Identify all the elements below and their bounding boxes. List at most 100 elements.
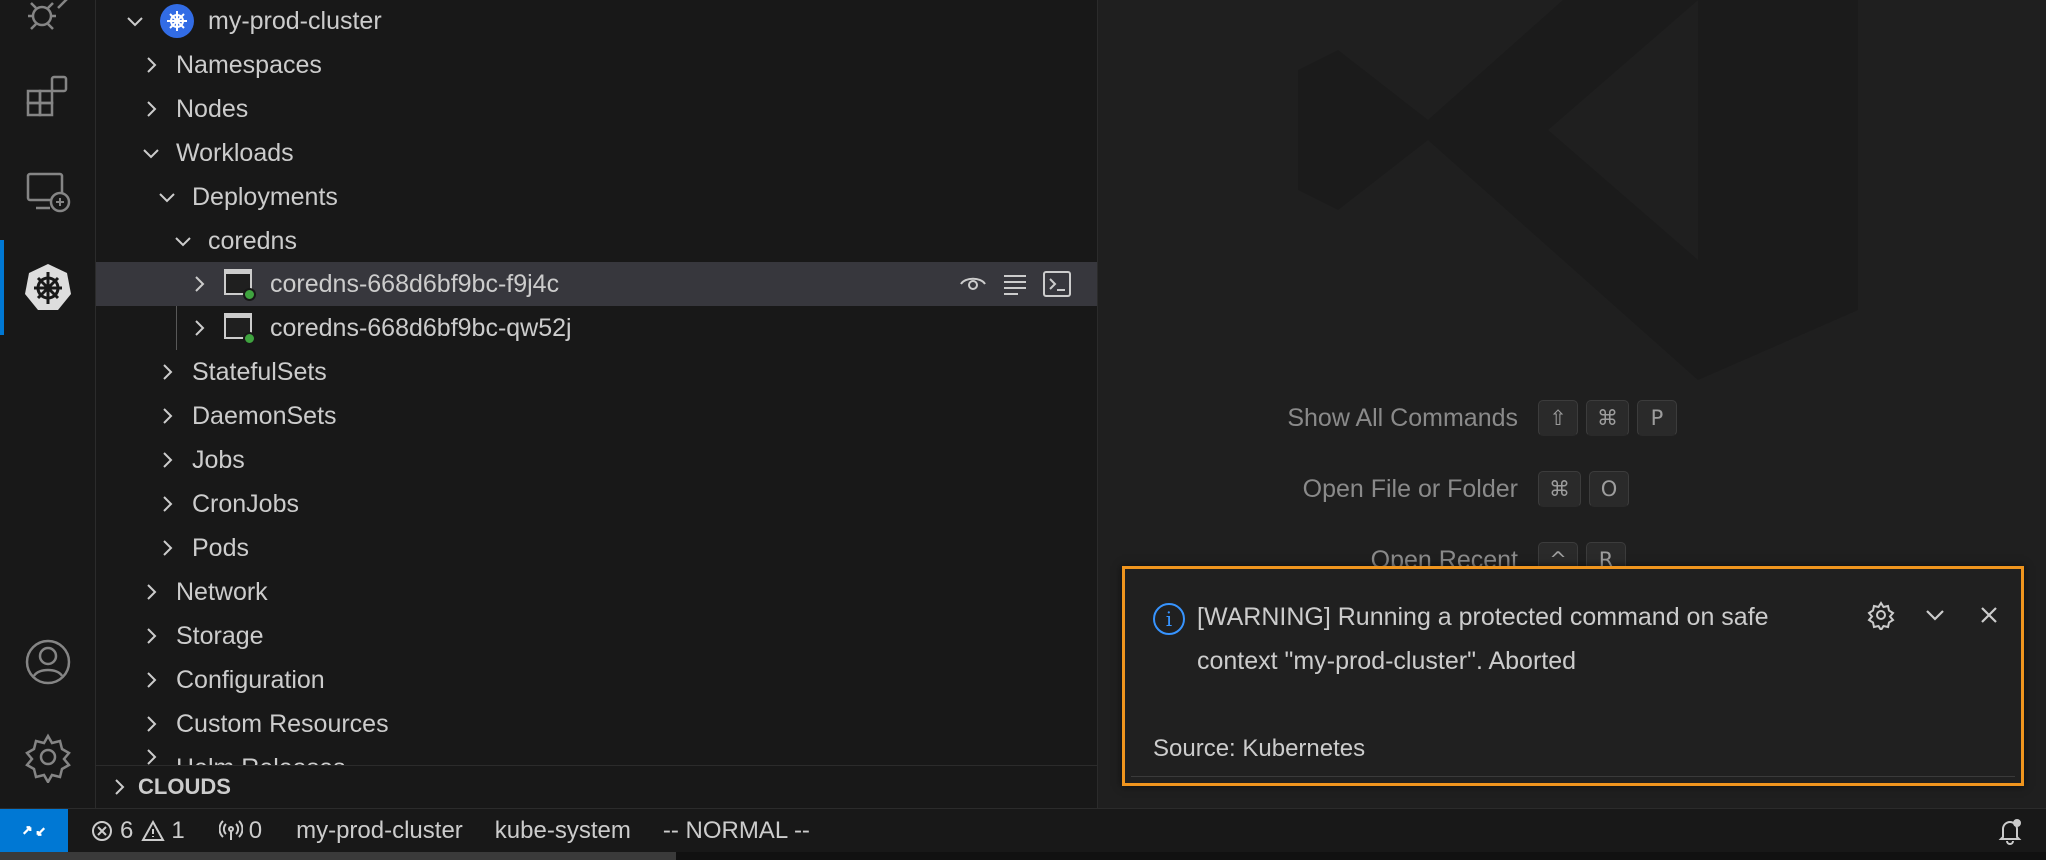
tree-item-label: Storage bbox=[176, 622, 264, 650]
chevron-down-icon[interactable] bbox=[1919, 599, 1951, 631]
gear-icon[interactable] bbox=[1865, 599, 1897, 631]
notification-bell-icon[interactable] bbox=[1996, 817, 2024, 845]
notification-message: [WARNING] Running a protected command on… bbox=[1197, 595, 1817, 683]
ports-indicator[interactable]: 0 bbox=[218, 816, 263, 845]
problems-indicator[interactable]: 6 1 bbox=[90, 817, 185, 845]
close-icon[interactable] bbox=[1973, 599, 2005, 631]
notification-message-line: context "my-prod-cluster". Aborted bbox=[1197, 647, 1577, 675]
notification-toast: i [WARNING] Running a protected command … bbox=[1122, 566, 2024, 786]
tree-item-pods[interactable]: Pods bbox=[96, 526, 1097, 570]
chevron-right-icon bbox=[108, 776, 130, 798]
kubernetes-explorer-sidebar: my-prod-cluster Namespaces Nodes Workloa… bbox=[96, 0, 1098, 808]
tree-item-statefulsets[interactable]: StatefulSets bbox=[96, 350, 1097, 394]
chevron-right-icon bbox=[140, 98, 162, 120]
tree-item-label: coredns bbox=[208, 227, 297, 255]
chevron-down-icon bbox=[156, 186, 178, 208]
eye-icon[interactable] bbox=[958, 269, 988, 299]
tree-item-pod-f9j4c[interactable]: coredns-668d6bf9bc-f9j4c bbox=[96, 262, 1097, 306]
k8s-context-indicator[interactable]: my-prod-cluster bbox=[296, 817, 463, 845]
tree-item-label: Helm Releases bbox=[176, 746, 346, 766]
tree-item-cronjobs[interactable]: CronJobs bbox=[96, 482, 1097, 526]
kubernetes-cluster-icon bbox=[160, 4, 194, 38]
settings-gear-icon[interactable] bbox=[0, 717, 96, 797]
keycap: ⌘ bbox=[1538, 471, 1581, 507]
remote-indicator-button[interactable] bbox=[0, 808, 68, 853]
tree-item-storage[interactable]: Storage bbox=[96, 614, 1097, 658]
tree-item-label: my-prod-cluster bbox=[208, 7, 382, 35]
keycap: O bbox=[1589, 471, 1629, 507]
pod-running-icon bbox=[224, 313, 256, 345]
notification-message-line: [WARNING] Running a protected command on… bbox=[1197, 603, 1769, 631]
debug-icon[interactable] bbox=[0, 0, 96, 52]
chevron-right-icon bbox=[156, 493, 178, 515]
chevron-right-icon bbox=[140, 669, 162, 691]
tree-item-network[interactable]: Network bbox=[96, 570, 1097, 614]
tree-item-cluster[interactable]: my-prod-cluster bbox=[96, 0, 1097, 43]
tree-item-label: DaemonSets bbox=[192, 402, 337, 430]
error-icon bbox=[92, 820, 112, 841]
warning-count: 1 bbox=[171, 816, 185, 844]
remote-explorer-icon[interactable] bbox=[0, 152, 96, 232]
kubernetes-icon[interactable] bbox=[0, 247, 96, 327]
account-icon[interactable] bbox=[0, 622, 96, 702]
activity-bar bbox=[0, 0, 96, 808]
ports-count: 0 bbox=[248, 816, 263, 844]
tree-item-deployments[interactable]: Deployments bbox=[96, 175, 1097, 219]
tree-item-workloads[interactable]: Workloads bbox=[96, 131, 1097, 175]
tree-item-label: StatefulSets bbox=[192, 358, 327, 386]
tree-item-jobs[interactable]: Jobs bbox=[96, 438, 1097, 482]
tree-item-label: coredns-668d6bf9bc-f9j4c bbox=[270, 270, 560, 298]
section-title: CLOUDS bbox=[138, 774, 231, 799]
tree-item-configuration[interactable]: Configuration bbox=[96, 658, 1097, 702]
tree-item-coredns[interactable]: coredns bbox=[96, 219, 1097, 263]
tree-item-custom-resources[interactable]: Custom Resources bbox=[96, 702, 1097, 746]
tree-item-helm-releases[interactable]: Helm Releases bbox=[96, 746, 1097, 766]
logs-icon[interactable] bbox=[1000, 269, 1030, 299]
tree-item-label: Nodes bbox=[176, 95, 249, 123]
error-count: 6 bbox=[120, 816, 134, 844]
chevron-right-icon bbox=[188, 317, 210, 339]
command-label: Show All Commands bbox=[1287, 403, 1518, 432]
pod-running-icon bbox=[224, 269, 256, 301]
tree-item-nodes[interactable]: Nodes bbox=[96, 87, 1097, 131]
tree-item-pod-qw52j[interactable]: coredns-668d6bf9bc-qw52j bbox=[96, 306, 1097, 350]
context-name: my-prod-cluster bbox=[296, 816, 463, 844]
welcome-show-all-commands[interactable]: Show All Commands ⇧ ⌘ P bbox=[1098, 400, 1685, 436]
vim-mode-indicator: -- NORMAL -- bbox=[663, 817, 810, 845]
keycap: ⇧ bbox=[1538, 400, 1578, 436]
chevron-right-icon bbox=[156, 449, 178, 471]
tree-item-label: coredns-668d6bf9bc-qw52j bbox=[270, 314, 572, 342]
chevron-right-icon bbox=[140, 54, 162, 76]
tree-item-label: CronJobs bbox=[192, 490, 299, 518]
terminal-icon[interactable] bbox=[1042, 269, 1072, 299]
row-actions bbox=[958, 269, 1072, 299]
tree-item-namespaces[interactable]: Namespaces bbox=[96, 43, 1097, 87]
chevron-right-icon bbox=[140, 713, 162, 735]
command-label: Open File or Folder bbox=[1302, 474, 1518, 503]
clouds-section-header[interactable]: CLOUDS bbox=[96, 765, 1097, 808]
tree-item-label: Network bbox=[176, 578, 268, 606]
chevron-right-icon bbox=[156, 537, 178, 559]
vscode-logo-watermark-icon bbox=[1298, 0, 1858, 380]
extensions-icon[interactable] bbox=[0, 55, 96, 135]
window-bottom-edge bbox=[0, 852, 2046, 860]
chevron-right-icon bbox=[140, 625, 162, 647]
chevron-down-icon bbox=[140, 142, 162, 164]
tree-item-label: Pods bbox=[192, 534, 249, 562]
chevron-right-icon bbox=[156, 405, 178, 427]
tree-item-daemonsets[interactable]: DaemonSets bbox=[96, 394, 1097, 438]
keycap: P bbox=[1637, 400, 1677, 436]
chevron-right-icon bbox=[140, 581, 162, 603]
chevron-right-icon bbox=[188, 273, 210, 295]
warning-icon bbox=[141, 819, 166, 841]
welcome-open-file-or-folder[interactable]: Open File or Folder ⌘ O bbox=[1098, 471, 1637, 507]
k8s-namespace-indicator[interactable]: kube-system bbox=[495, 817, 631, 845]
chevron-right-icon bbox=[140, 746, 162, 766]
remote-icon bbox=[22, 825, 46, 836]
namespace-name: kube-system bbox=[494, 816, 631, 844]
chevron-right-icon bbox=[156, 361, 178, 383]
info-icon: i bbox=[1153, 603, 1185, 635]
tree-item-label: Custom Resources bbox=[176, 710, 389, 738]
chevron-down-icon bbox=[124, 10, 146, 32]
broadcast-icon bbox=[218, 819, 243, 840]
